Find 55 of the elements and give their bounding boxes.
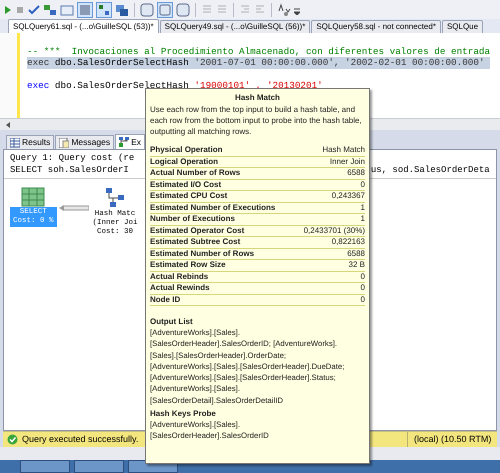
property-name: Estimated Number of Executions xyxy=(150,202,276,213)
property-value: Inner Join xyxy=(330,156,365,167)
result-tab[interactable]: Results xyxy=(6,135,54,149)
section-heading: Output List xyxy=(150,316,194,327)
property-name: Estimated Row Size xyxy=(150,260,226,270)
connector-arrow xyxy=(58,204,89,211)
property-name: Actual Number of Rows xyxy=(150,168,240,178)
success-icon xyxy=(7,434,18,445)
property-value: 6588 xyxy=(347,168,365,178)
status-message: Query executed successfully. xyxy=(22,432,138,446)
section-heading: Hash Keys Probe xyxy=(150,408,217,420)
property-name: Estimated Operator Cost xyxy=(150,226,244,236)
query-text: us, sod.SalesOrderDeta xyxy=(370,164,490,176)
property-name: Estimated Subtree Cost xyxy=(150,237,240,248)
property-value: 32 B xyxy=(348,260,365,270)
property-value: 0 xyxy=(360,272,365,282)
window-icon[interactable] xyxy=(60,2,74,16)
property-value: 0 xyxy=(360,283,365,294)
result-tab[interactable]: Messages xyxy=(55,135,114,149)
property-value: 0 xyxy=(360,294,365,305)
property-name: Physical Operation xyxy=(150,145,222,156)
property-value: 1 xyxy=(360,214,365,224)
hash-match-icon xyxy=(104,187,126,209)
code-line: exec dbo.SalesOrderSelectHash '2001-07-01 00:00:00.000', '2002-02-01 00:00:00.000' xyxy=(27,57,485,68)
property-value: 0,822163 xyxy=(332,237,365,248)
property-value: 6588 xyxy=(347,248,365,259)
server-info: (local) (10.50 RTM) xyxy=(414,432,492,446)
property-name: Actual Rebinds xyxy=(150,272,208,282)
execute-icon[interactable] xyxy=(4,4,12,14)
property-name: Number of Executions xyxy=(150,214,235,224)
property-name: Logical Operation xyxy=(150,156,218,167)
query-text: Query 1: Query cost (re xyxy=(10,152,134,164)
property-value: Hash Match xyxy=(322,145,365,156)
code-comment: -- *** Invocaciones al Procedimiento Almacenado, con diferentes valores de entrada xyxy=(27,46,490,56)
tooltip-description: Use each row from the top input to build a hash table, and each row from the bottom input to probe into the hash table, outputting all matching rows. xyxy=(150,104,363,137)
property-name: Estimated Number of Rows xyxy=(150,248,254,259)
property-name: Node ID xyxy=(150,294,180,305)
scroll-left-icon[interactable] xyxy=(6,122,11,128)
table-icon xyxy=(21,187,46,207)
result-tab[interactable]: Ex xyxy=(115,134,146,149)
check-icon[interactable] xyxy=(28,4,40,14)
tooltip-title: Hash Match xyxy=(234,92,281,103)
query-text: SELECT soh.SalesOrderI xyxy=(10,164,129,176)
document-tab[interactable]: SQLQuery61.sql - (...o\GuilleSQL (53))* xyxy=(8,19,159,33)
document-tab[interactable]: SQLQuery58.sql - not connected* xyxy=(311,20,441,33)
document-tab[interactable]: SQLQuery49.sql - (...o\GuilleSQL (56))* xyxy=(160,20,310,33)
tables-icon[interactable] xyxy=(115,2,129,16)
property-value: 1 xyxy=(360,202,365,213)
property-value: 0,2433701 (30%) xyxy=(304,226,365,236)
document-tab[interactable]: SQLQue xyxy=(442,20,484,33)
property-name: Actual Rewinds xyxy=(150,283,210,294)
property-name: Estimated CPU Cost xyxy=(150,191,228,202)
property-value: 0 xyxy=(360,180,365,190)
property-value: 0,243367 xyxy=(332,191,365,202)
property-name: Estimated I/O Cost xyxy=(150,180,222,190)
